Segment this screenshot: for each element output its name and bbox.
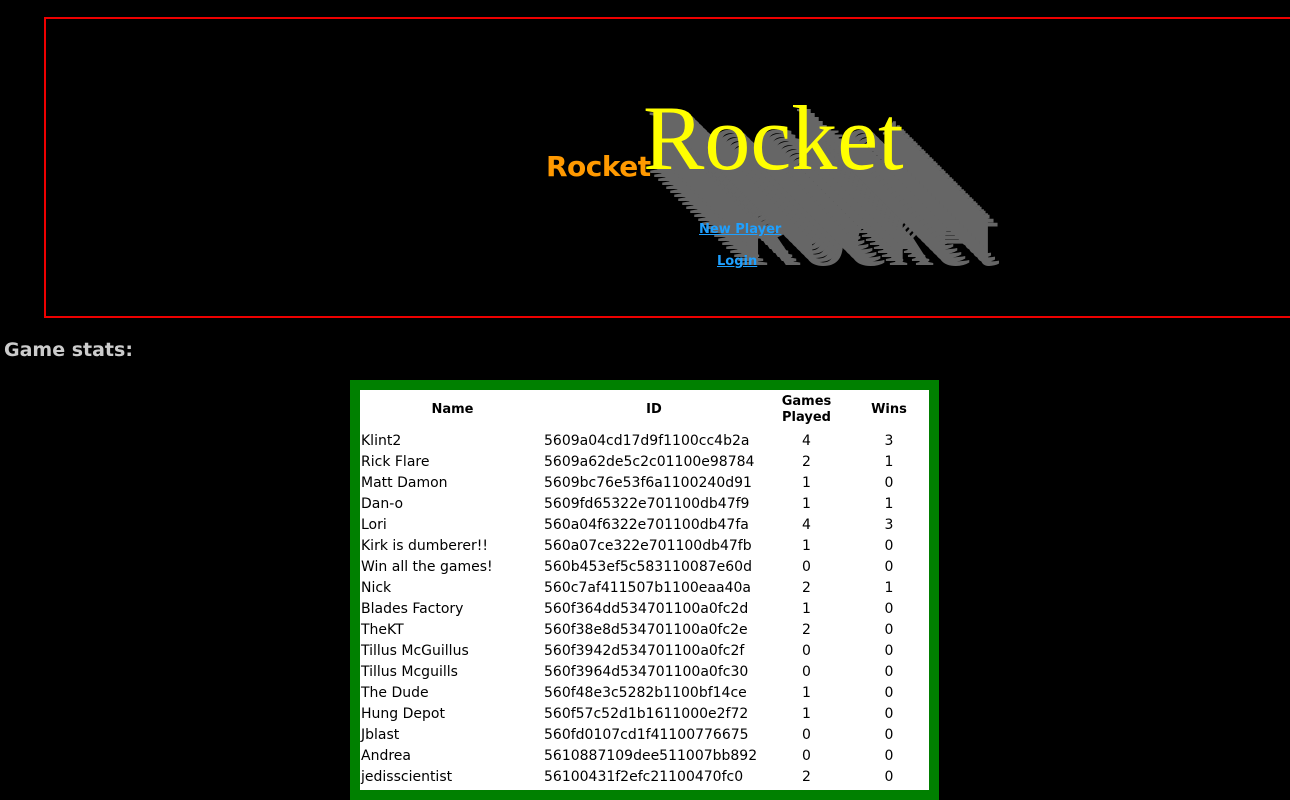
cell-games-played: 2 bbox=[802, 579, 811, 596]
column-header-games-played: Games Played bbox=[781, 394, 832, 425]
table-row: jedisscientist 56100431f2efc21100470fc0 2 0 bbox=[361, 766, 929, 787]
cell-name: Jblast bbox=[361, 726, 400, 743]
cell-id: 5609a04cd17d9f1100cc4b2a bbox=[544, 432, 750, 449]
cell-wins: 0 bbox=[884, 558, 894, 575]
table-row: TheKT 560f38e8d534701100a0fc2e 2 0 bbox=[361, 619, 929, 640]
column-header-id: ID bbox=[646, 402, 662, 417]
cell-id: 5609a62de5c2c01100e98784 bbox=[544, 453, 755, 470]
cell-id: 56100431f2efc21100470fc0 bbox=[544, 768, 744, 785]
cell-wins: 0 bbox=[884, 474, 894, 491]
cell-name: Kirk is dumberer!! bbox=[361, 537, 488, 554]
stats-table: Name ID Games Played Wins Klint2 5609a04c… bbox=[361, 390, 929, 787]
cell-name: Rick Flare bbox=[361, 453, 430, 470]
cell-games-played: 1 bbox=[802, 495, 811, 512]
cell-id: 560f48e3c5282b1100bf14ce bbox=[544, 684, 747, 701]
cell-games-played: 2 bbox=[802, 453, 811, 470]
game-stats-title: Game stats: bbox=[4, 339, 133, 361]
cell-wins: 1 bbox=[884, 453, 894, 470]
cell-games-played: 1 bbox=[802, 474, 811, 491]
cell-wins: 0 bbox=[884, 537, 894, 554]
table-row: Hung Depot 560f57c52d1b1611000e2f72 1 0 bbox=[361, 703, 929, 724]
cell-id: 560fd0107cd1f41100776675 bbox=[544, 726, 749, 743]
cell-wins: 3 bbox=[884, 516, 894, 533]
cell-name: Hung Depot bbox=[361, 705, 445, 722]
table-row: Tillus McGuillus 560f3942d534701100a0fc2f… bbox=[361, 640, 929, 661]
table-header-row: Name ID Games Played Wins bbox=[361, 390, 929, 430]
cell-id: 560a07ce322e701100db47fb bbox=[544, 537, 752, 554]
cell-games-played: 2 bbox=[802, 621, 811, 638]
cell-wins: 0 bbox=[884, 663, 894, 680]
table-row: Dan-o 5609fd65322e701100db47f9 1 1 bbox=[361, 493, 929, 514]
small-logo: Rocket bbox=[546, 150, 651, 183]
table-row: Tillus Mcguills 560f3964d534701100a0fc30 0… bbox=[361, 661, 929, 682]
stats-table-container: Name ID Games Played Wins Klint2 5609a04c… bbox=[350, 380, 939, 800]
cell-id: 560f38e8d534701100a0fc2e bbox=[544, 621, 748, 638]
cell-wins: 0 bbox=[884, 747, 894, 764]
new-player-link[interactable]: New Player bbox=[699, 222, 781, 237]
cell-games-played: 1 bbox=[802, 684, 811, 701]
table-row: Kirk is dumberer!! 560a07ce322e701100db47… bbox=[361, 535, 929, 556]
cell-wins: 0 bbox=[884, 726, 894, 743]
cell-name: TheKT bbox=[361, 621, 404, 638]
cell-games-played: 0 bbox=[802, 747, 811, 764]
cell-name: Andrea bbox=[361, 747, 411, 764]
cell-wins: 0 bbox=[884, 621, 894, 638]
cell-name: Matt Damon bbox=[361, 474, 448, 491]
table-row: Win all the games! 560b453ef5c583110087e6… bbox=[361, 556, 929, 577]
cell-id: 560b453ef5c583110087e60d bbox=[544, 558, 752, 575]
cell-name: Klint2 bbox=[361, 432, 402, 449]
cell-name: Dan-o bbox=[361, 495, 404, 512]
table-row: Klint2 5609a04cd17d9f1100cc4b2a 4 3 bbox=[361, 430, 929, 451]
cell-games-played: 0 bbox=[802, 642, 811, 659]
cell-wins: 0 bbox=[884, 684, 894, 701]
cell-id: 560f3964d534701100a0fc30 bbox=[544, 663, 749, 680]
cell-id: 560f57c52d1b1611000e2f72 bbox=[544, 705, 749, 722]
cell-games-played: 1 bbox=[802, 600, 811, 617]
cell-games-played: 0 bbox=[802, 558, 811, 575]
cell-id: 5609bc76e53f6a1100240d91 bbox=[544, 474, 752, 491]
cell-id: 560f3942d534701100a0fc2f bbox=[544, 642, 745, 659]
big-logo: Rocket bbox=[643, 87, 904, 189]
cell-name: Tillus McGuillus bbox=[361, 642, 469, 659]
table-row: Rick Flare 5609a62de5c2c01100e98784 2 1 bbox=[361, 451, 929, 472]
cell-games-played: 0 bbox=[802, 663, 811, 680]
cell-games-played: 2 bbox=[802, 768, 811, 785]
cell-wins: 1 bbox=[884, 495, 894, 512]
cell-name: Blades Factory bbox=[361, 600, 464, 617]
cell-games-played: 4 bbox=[802, 516, 811, 533]
cell-id: 560f364dd534701100a0fc2d bbox=[544, 600, 749, 617]
cell-games-played: 1 bbox=[802, 705, 811, 722]
table-row: The Dude 560f48e3c5282b1100bf14ce 1 0 bbox=[361, 682, 929, 703]
table-row: Jblast 560fd0107cd1f41100776675 0 0 bbox=[361, 724, 929, 745]
cell-wins: 0 bbox=[884, 600, 894, 617]
table-row: Andrea 5610887109dee511007bb892 0 0 bbox=[361, 745, 929, 766]
cell-wins: 3 bbox=[884, 432, 894, 449]
table-row: Blades Factory 560f364dd534701100a0fc2d 1 0 bbox=[361, 598, 929, 619]
cell-id: 5610887109dee511007bb892 bbox=[544, 747, 758, 764]
column-header-wins: Wins bbox=[871, 402, 907, 417]
cell-id: 560a04f6322e701100db47fa bbox=[544, 516, 749, 533]
column-header-name: Name bbox=[431, 402, 474, 417]
cell-wins: 0 bbox=[884, 768, 894, 785]
cell-name: Lori bbox=[361, 516, 387, 533]
cell-games-played: 1 bbox=[802, 537, 811, 554]
cell-wins: 0 bbox=[884, 642, 894, 659]
cell-name: Win all the games! bbox=[361, 558, 493, 575]
cell-name: jedisscientist bbox=[361, 768, 453, 785]
cell-name: The Dude bbox=[361, 684, 429, 701]
cell-games-played: 4 bbox=[802, 432, 811, 449]
cell-wins: 1 bbox=[884, 579, 894, 596]
cell-name: Tillus Mcguills bbox=[361, 663, 458, 680]
table-row: Nick 560c7af411507b1100eaa40a 2 1 bbox=[361, 577, 929, 598]
cell-games-played: 0 bbox=[802, 726, 811, 743]
table-row: Matt Damon 5609bc76e53f6a1100240d91 1 0 bbox=[361, 472, 929, 493]
cell-name: Nick bbox=[361, 579, 392, 596]
login-link[interactable]: Login bbox=[717, 254, 757, 269]
cell-id: 5609fd65322e701100db47f9 bbox=[544, 495, 750, 512]
table-row: Lori 560a04f6322e701100db47fa 4 3 bbox=[361, 514, 929, 535]
cell-wins: 0 bbox=[884, 705, 894, 722]
cell-id: 560c7af411507b1100eaa40a bbox=[544, 579, 751, 596]
